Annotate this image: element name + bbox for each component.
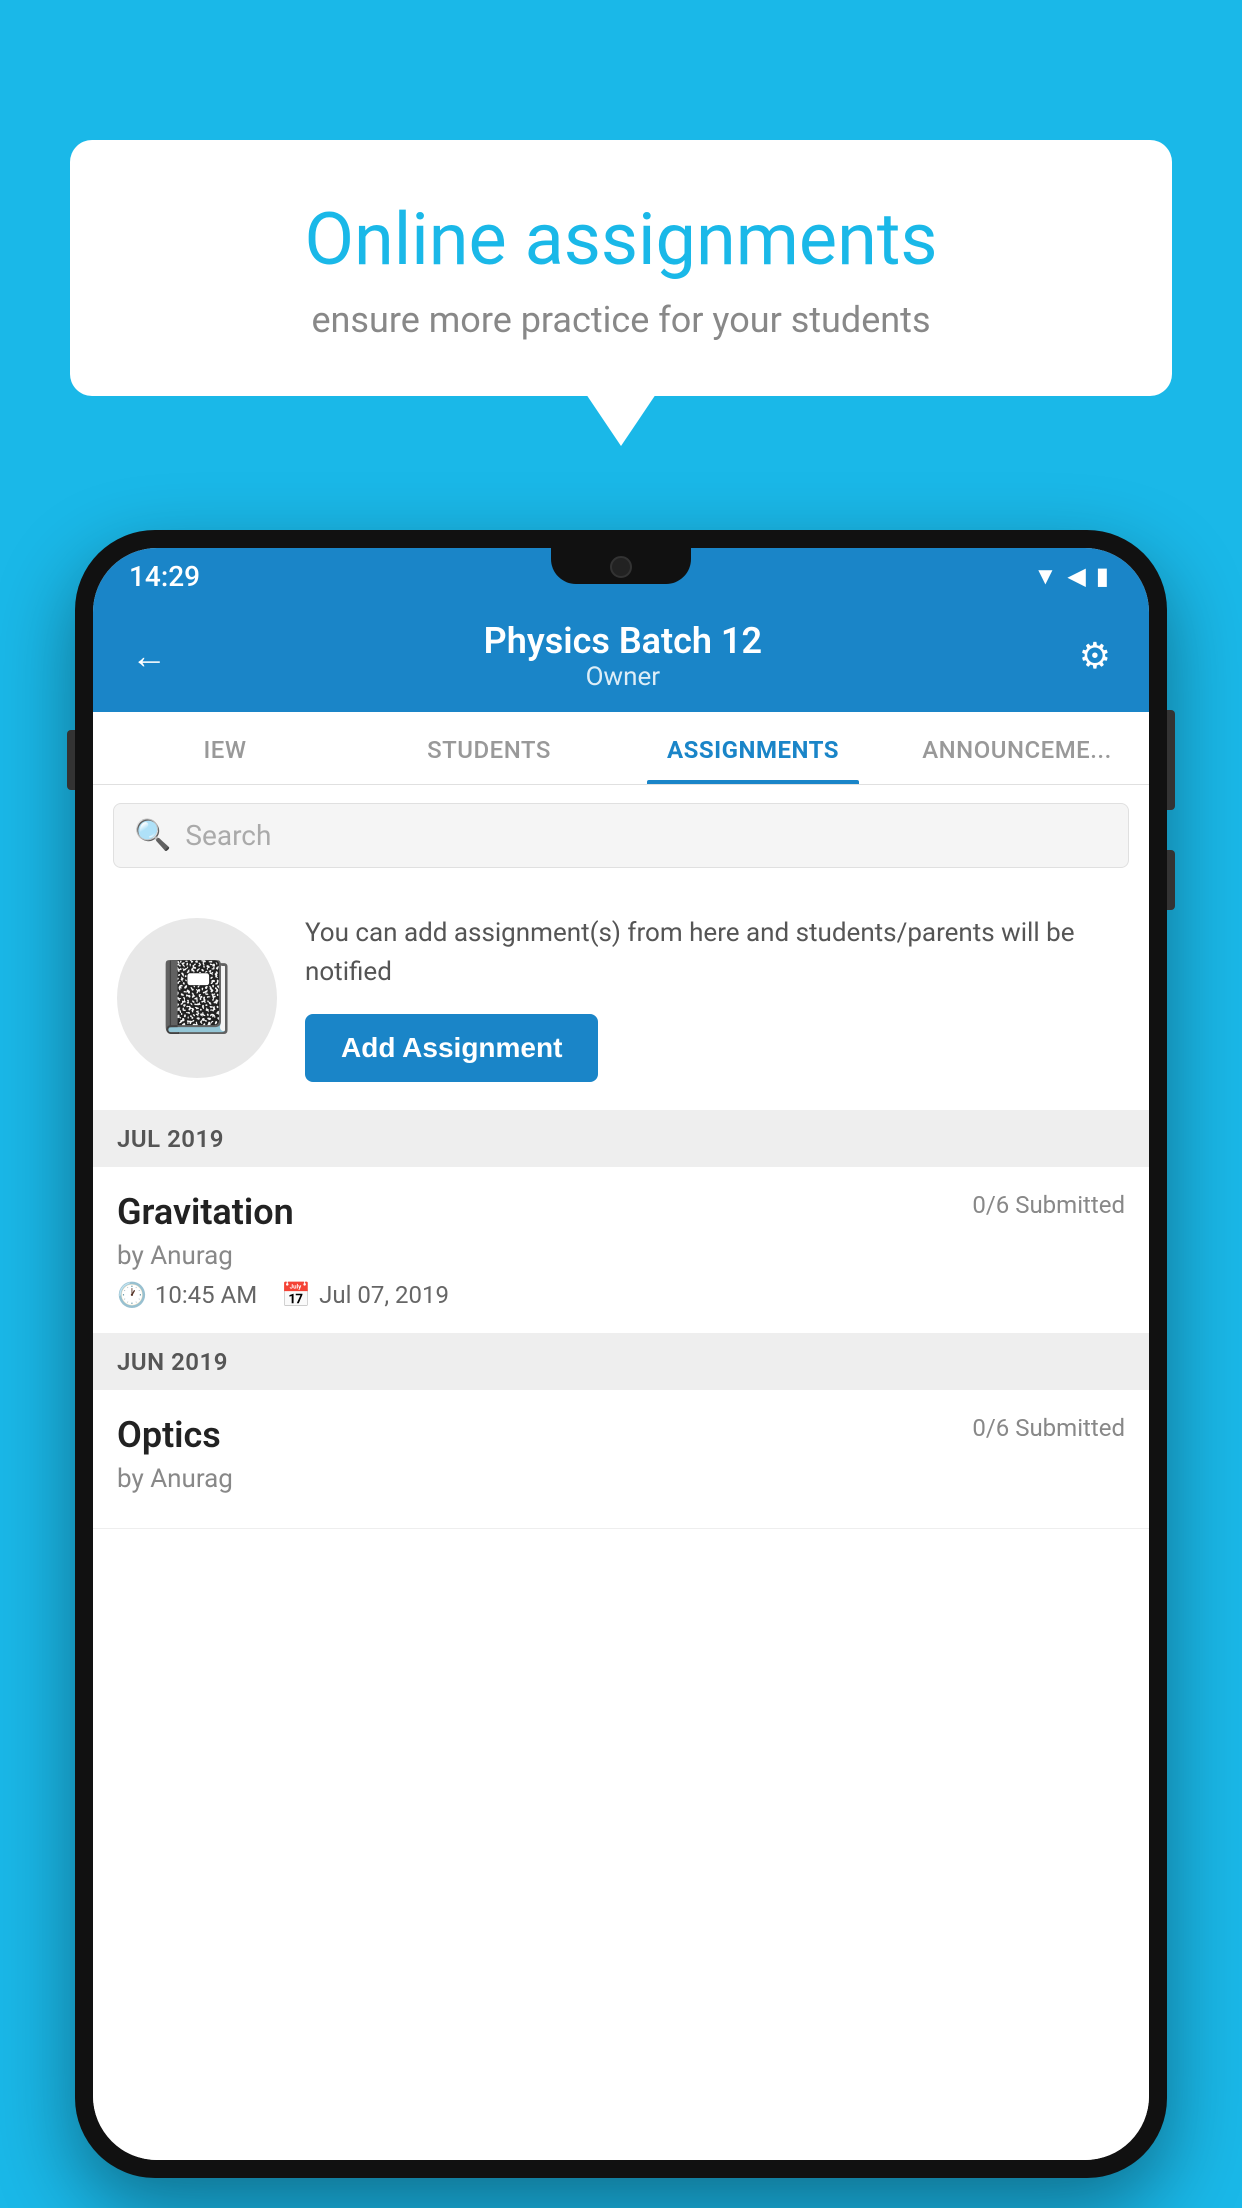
battery-icon: ▮ [1096, 562, 1109, 590]
assignment-name-gravitation: Gravitation [117, 1191, 294, 1233]
phone-camera [610, 556, 632, 578]
clock-icon: 🕐 [117, 1281, 147, 1309]
search-bar: 🔍 Search [93, 785, 1149, 886]
assignment-time-gravitation: 🕐 10:45 AM [117, 1281, 257, 1309]
tab-announcements[interactable]: ANNOUNCEME... [885, 712, 1149, 784]
signal-icon: ◀ [1067, 562, 1085, 590]
wifi-icon: ▼ [1034, 562, 1058, 591]
search-placeholder: Search [185, 819, 271, 852]
assignment-item-optics[interactable]: Optics 0/6 Submitted by Anurag [93, 1390, 1149, 1529]
phone-notch [551, 548, 691, 584]
month-header-jul: JUL 2019 [93, 1111, 1149, 1167]
assignment-promo-section: 📓 You can add assignment(s) from here an… [93, 886, 1149, 1111]
header-subtitle: Owner [484, 662, 762, 692]
assignment-meta-gravitation: 🕐 10:45 AM 📅 Jul 07, 2019 [117, 1281, 1125, 1309]
assignment-time-value: 10:45 AM [155, 1281, 257, 1309]
assignment-item-top-optics: Optics 0/6 Submitted [117, 1414, 1125, 1456]
notebook-icon: 📓 [153, 957, 240, 1039]
assignment-item-top: Gravitation 0/6 Submitted [117, 1191, 1125, 1233]
assignment-name-optics: Optics [117, 1414, 221, 1456]
assignment-date-gravitation: 📅 Jul 07, 2019 [281, 1281, 449, 1309]
assignment-icon-circle: 📓 [117, 918, 277, 1078]
promo-subtitle: ensure more practice for your students [120, 299, 1122, 341]
tab-students[interactable]: STUDENTS [357, 712, 621, 784]
content-area: 🔍 Search 📓 You can add assignment(s) fro… [93, 785, 1149, 2160]
month-header-jun: JUN 2019 [93, 1334, 1149, 1390]
search-input-wrap[interactable]: 🔍 Search [113, 803, 1129, 868]
phone-side-button [1167, 850, 1175, 910]
month-label-jul: JUL 2019 [117, 1125, 224, 1153]
phone-frame: 14:29 ▼ ◀ ▮ ← Physics Batch 12 Owner ⚙ I… [75, 530, 1167, 2178]
tab-assignments[interactable]: ASSIGNMENTS [621, 712, 885, 784]
assignment-submitted-optics: 0/6 Submitted [972, 1414, 1125, 1442]
header-title: Physics Batch 12 [484, 620, 762, 662]
calendar-icon: 📅 [281, 1281, 311, 1309]
add-assignment-button[interactable]: Add Assignment [305, 1014, 598, 1082]
app-header: ← Physics Batch 12 Owner ⚙ [93, 604, 1149, 712]
promo-title: Online assignments [120, 200, 1122, 279]
tabs-bar: IEW STUDENTS ASSIGNMENTS ANNOUNCEME... [93, 712, 1149, 785]
phone-power-button [1167, 710, 1175, 810]
status-time: 14:29 [129, 560, 200, 593]
phone-volume-button [67, 730, 75, 790]
month-label-jun: JUN 2019 [117, 1348, 228, 1376]
back-button[interactable]: ← [123, 627, 175, 685]
assignment-by-optics: by Anurag [117, 1464, 1125, 1494]
assignment-by-gravitation: by Anurag [117, 1241, 1125, 1271]
search-icon: 🔍 [134, 818, 171, 853]
assignment-promo-text: You can add assignment(s) from here and … [305, 914, 1125, 1082]
assignment-submitted-gravitation: 0/6 Submitted [972, 1191, 1125, 1219]
status-icons: ▼ ◀ ▮ [1034, 562, 1109, 591]
assignment-item-gravitation[interactable]: Gravitation 0/6 Submitted by Anurag 🕐 10… [93, 1167, 1149, 1334]
settings-icon[interactable]: ⚙ [1071, 627, 1119, 685]
header-title-area: Physics Batch 12 Owner [484, 620, 762, 692]
phone-screen: 14:29 ▼ ◀ ▮ ← Physics Batch 12 Owner ⚙ I… [93, 548, 1149, 2160]
tab-iew[interactable]: IEW [93, 712, 357, 784]
assignment-date-value: Jul 07, 2019 [319, 1281, 449, 1309]
assignment-promo-description: You can add assignment(s) from here and … [305, 914, 1125, 992]
promo-card: Online assignments ensure more practice … [70, 140, 1172, 396]
